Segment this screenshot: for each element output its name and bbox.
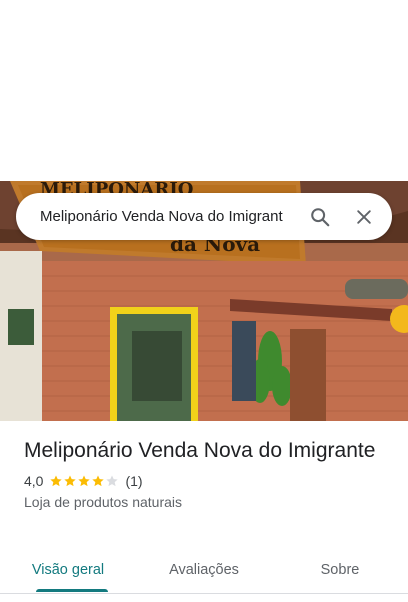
- place-info: Meliponário Venda Nova do Imigrante 4,0 …: [24, 437, 394, 510]
- tab-about[interactable]: Sobre: [272, 552, 408, 594]
- place-title: Meliponário Venda Nova do Imigrante: [24, 439, 376, 462]
- rating-row[interactable]: 4,0 (1): [24, 473, 394, 489]
- search-icon: [311, 207, 330, 226]
- star-filled-icon: [64, 475, 77, 487]
- search-input[interactable]: Meliponário Venda Nova do Imigrant: [40, 208, 294, 225]
- tab-overview[interactable]: Visão geral: [0, 552, 136, 594]
- review-count[interactable]: (1): [125, 473, 142, 489]
- search-button[interactable]: [302, 199, 338, 235]
- star-filled-icon: [92, 475, 105, 487]
- clear-search-button[interactable]: [346, 199, 382, 235]
- rating-value: 4,0: [24, 473, 44, 489]
- star-filled-icon: [50, 475, 63, 487]
- tab-reviews[interactable]: Avaliações: [136, 552, 272, 594]
- star-empty-icon: [106, 475, 119, 487]
- place-tabs: Visão geral Avaliações Sobre: [0, 552, 408, 594]
- rating-stars: [49, 474, 119, 488]
- place-category[interactable]: Loja de produtos naturais: [24, 494, 394, 510]
- star-filled-icon: [78, 475, 91, 487]
- close-icon: [357, 209, 371, 224]
- search-bar[interactable]: Meliponário Venda Nova do Imigrant: [16, 193, 392, 240]
- active-tab-indicator: [36, 589, 108, 592]
- tabs-divider: [0, 593, 408, 594]
